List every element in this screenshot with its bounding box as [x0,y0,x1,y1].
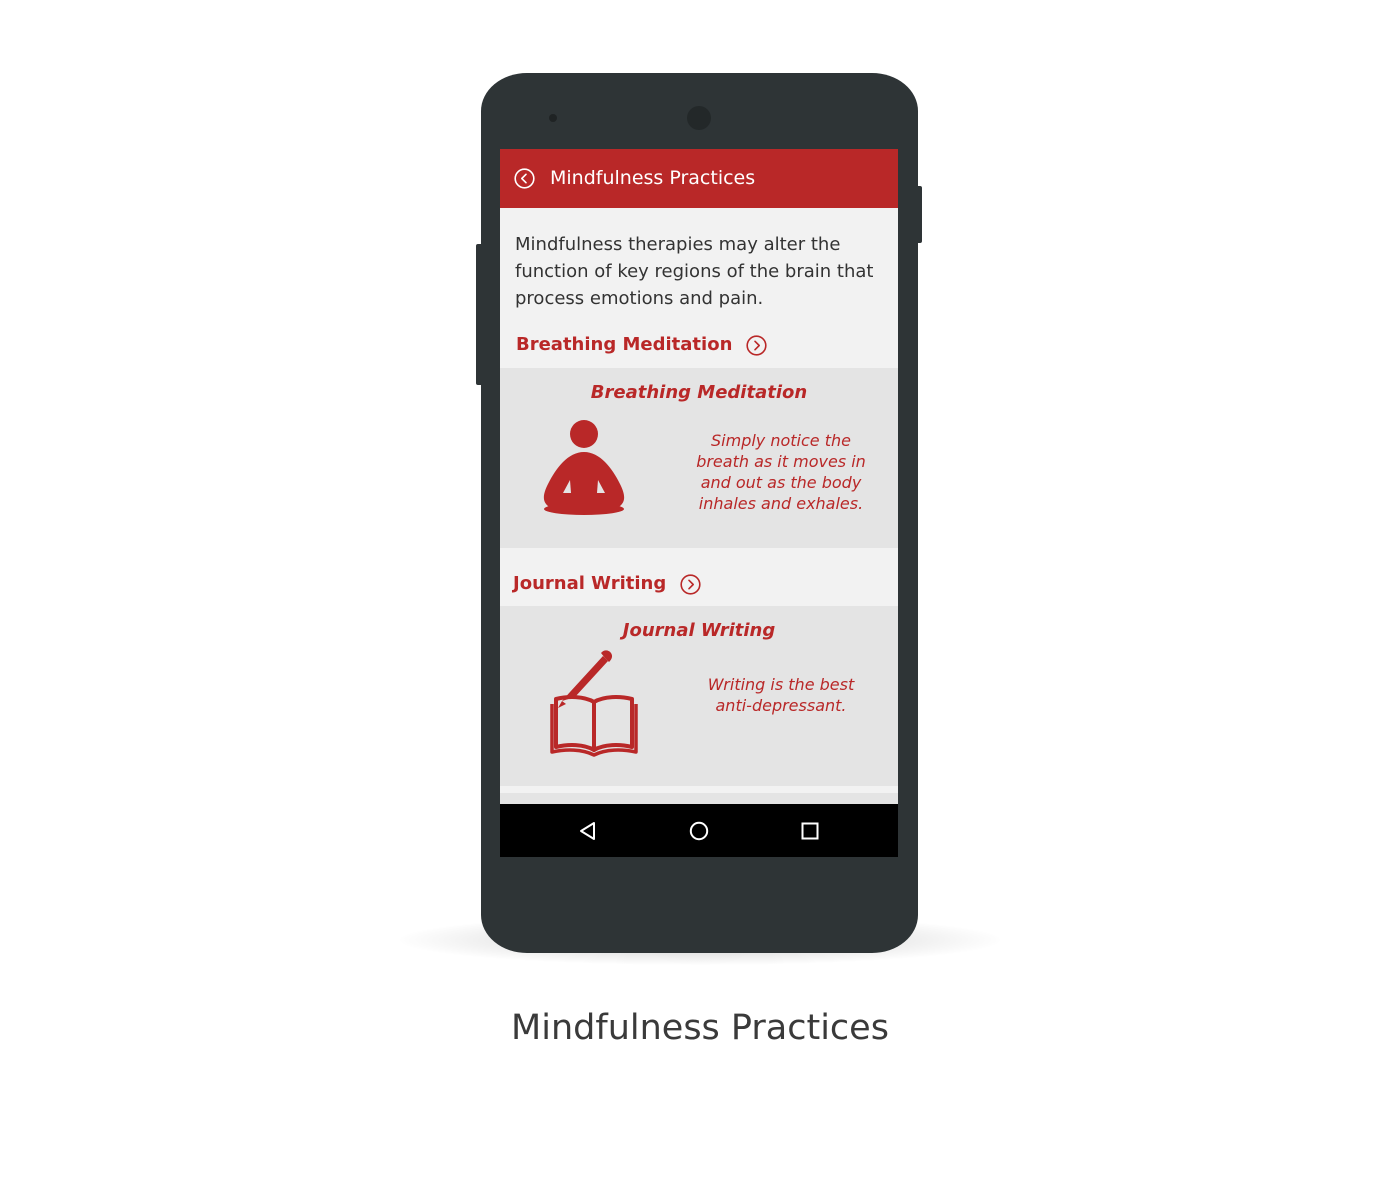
home-circle-icon[interactable] [688,820,710,842]
journal-pen-icon [550,650,638,757]
breathing-meditation-link[interactable]: Breathing Meditation [516,333,767,357]
page-title: Mindfulness Practices [550,167,756,189]
chevron-right-circle-icon [746,334,767,356]
android-nav-bar [500,804,898,857]
proximity-sensor [549,114,557,122]
section-link-label: Breathing Meditation [516,334,733,355]
card-title: Breathing Meditation [590,382,808,403]
journal-writing-link[interactable]: Journal Writing [513,572,701,596]
back-circle-icon[interactable] [514,168,535,189]
chevron-right-circle-icon [680,573,701,595]
journal-writing-card[interactable]: Journal Writing Writing is the best anti… [500,606,898,786]
recent-square-icon[interactable] [799,820,821,842]
app-bar: Mindfulness Practices [500,149,898,208]
intro-text: Mindfulness therapies may alter the func… [515,234,874,309]
back-triangle-icon[interactable] [577,820,599,842]
card-description: Simply notice the breath as it moves in … [696,431,866,513]
mockup-caption: Mindfulness Practices [511,1008,889,1048]
section-link-label: Journal Writing [513,573,667,594]
card-title: Journal Writing [622,620,776,641]
breathing-meditation-card[interactable]: Breathing Meditation Simply notice the b… [500,368,898,548]
phone-screen: Mindfulness Practices Mindfulness therap… [500,149,898,857]
front-camera [687,106,711,130]
card-description: Writing is the best anti-depressant. [707,675,855,715]
mockup-stage: Mindfulness Practices Mindfulness therap… [0,0,1400,1200]
meditation-icon [543,420,625,515]
